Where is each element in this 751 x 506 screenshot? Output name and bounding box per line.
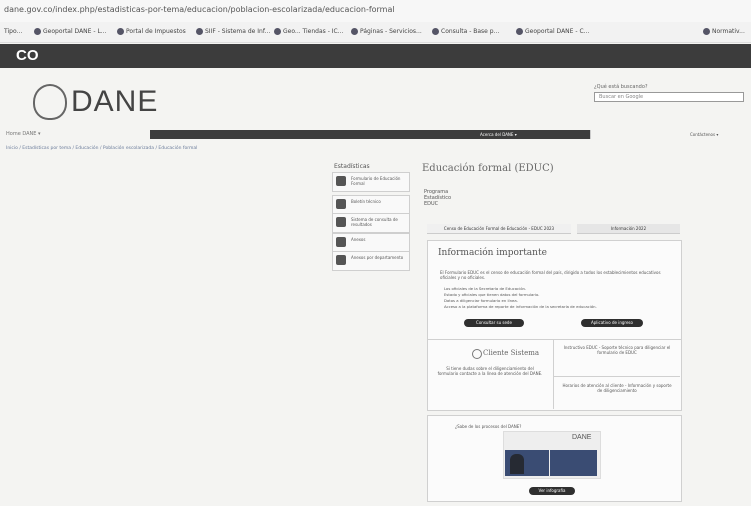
nav-item-acerca[interactable]: Acerca del DANE ▾ (480, 132, 517, 137)
nav-home-link[interactable]: Home DANE ▾ (6, 131, 41, 137)
info-bullet: Los oficiales de la Secretaría de Educac… (444, 286, 527, 291)
info-heading: Información importante (438, 248, 547, 258)
bookmark-item[interactable]: Portal de Impuestos (117, 28, 186, 35)
coat-of-arms-icon (33, 84, 67, 120)
user-icon (472, 349, 482, 359)
bookmark-icon (432, 28, 439, 35)
program-badge: Programa Estadístico EDUC (424, 189, 452, 207)
bookmark-icon (516, 28, 523, 35)
dane-logo[interactable]: DANE (33, 84, 193, 120)
page-title: Educación formal (EDUC) (422, 163, 554, 174)
document-icon (336, 176, 346, 186)
cliente-label: Cliente Sistema (483, 349, 540, 357)
bookmark-item[interactable]: Consulta - Base p... (432, 28, 499, 35)
document-icon (336, 199, 346, 209)
bookmark-icon (34, 28, 41, 35)
bookmark-icon (274, 28, 281, 35)
info-bullet: Datos a diligenciar formulario en línea. (444, 298, 518, 303)
breadcrumb[interactable]: Inicio / Estadísticas por tema / Educaci… (6, 146, 197, 151)
info-bullet: Estado y oficiales que tienen datos del … (444, 292, 540, 297)
cliente-link[interactable]: Horarios de atención al cliente - Inform… (560, 383, 674, 393)
gov-co-bar: CO (0, 44, 751, 68)
bookmark-item[interactable]: Geoportal DANE - C... (516, 28, 589, 35)
cliente-link[interactable]: Instructivo EDUC - Soporte técnico para … (560, 345, 674, 355)
bookmark-item[interactable]: Geo... Tiendas - IC... (274, 28, 343, 35)
bookmark-item[interactable]: Geoportal DANE - L... (34, 28, 107, 35)
document-icon (336, 255, 346, 265)
url-text[interactable]: dane.gov.co/index.php/estadisticas-por-t… (4, 5, 395, 14)
consultar-sede-button[interactable]: Consultar su sede (464, 319, 524, 327)
sidebar-item-boletin[interactable]: Boletín técnico (332, 195, 410, 215)
bookmark-icon (351, 28, 358, 35)
bookmark-item[interactable]: Normativ... (703, 28, 745, 35)
promo-brand: DANE (572, 434, 592, 441)
promo-panel (550, 450, 597, 476)
sidebar-item-label: Anexos (351, 237, 366, 242)
nav-right-area (590, 130, 751, 139)
info-bullet: Acceso a la plataforma de reporte de inf… (444, 304, 597, 309)
nav-item-contacto[interactable]: Contáctenos ▾ (690, 132, 718, 137)
sidebar-title: Estadísticas (334, 163, 370, 170)
bookmark-icon (117, 28, 124, 35)
person-image (510, 454, 524, 474)
divider (553, 339, 554, 409)
search-input[interactable]: Buscar en Google (594, 92, 744, 102)
promo-caption: ¿Sabe de los procesos del DANE? (455, 424, 522, 429)
gov-co-logo[interactable]: CO (16, 47, 39, 64)
sidebar-item-label: Formulario de Educación Formal (351, 176, 401, 186)
tab-censo[interactable]: Censo de Educación Formal de Educación -… (427, 224, 571, 234)
document-icon (336, 217, 346, 227)
aplicativo-button[interactable]: Aplicativo de ingreso (581, 319, 643, 327)
cliente-text: Si tiene dudas sobre el diligenciamiento… (437, 366, 543, 376)
bookmark-icon (196, 28, 203, 35)
address-bar[interactable]: dane.gov.co/index.php/estadisticas-por-t… (0, 0, 751, 22)
sidebar-item-label: Boletín técnico (351, 199, 381, 204)
bookmarks-bar: Tipo... Geoportal DANE - L... Portal de … (0, 22, 751, 43)
tab-informacion[interactable]: Información 2022 (577, 224, 680, 234)
sidebar-item-label: Sistema de consulta de resultados (351, 217, 398, 227)
bookmark-item[interactable]: Tipo... (4, 28, 22, 35)
sidebar-item-anexos-dpto[interactable]: Anexos por departamento (332, 251, 410, 271)
sidebar-item-label: Anexos por departamento (351, 255, 404, 260)
bookmark-item[interactable]: SIIF - Sistema de Inf... (196, 28, 270, 35)
info-intro: El Formulario EDUC es el censo de educac… (440, 270, 661, 280)
logo-text: DANE (71, 85, 159, 118)
sidebar-item-anexos[interactable]: Anexos (332, 233, 410, 253)
divider (553, 376, 680, 377)
sidebar-item-sistema[interactable]: Sistema de consulta de resultados (332, 213, 410, 233)
bookmark-icon (703, 28, 710, 35)
search-label: ¿Qué está buscando? (594, 84, 648, 90)
bookmark-item[interactable]: Páginas - Servicios... (351, 28, 422, 35)
sidebar-item-formulario[interactable]: Formulario de Educación Formal (332, 172, 410, 192)
ver-infografia-button[interactable]: Ver infografía (529, 487, 575, 495)
document-icon (336, 237, 346, 247)
